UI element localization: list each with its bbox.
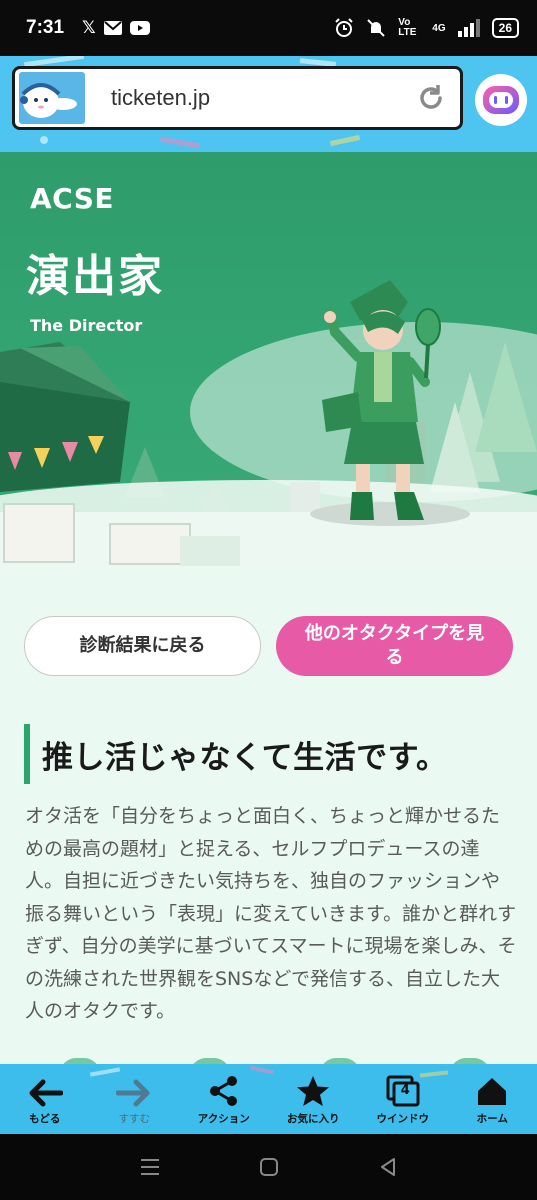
type-description: オタ活を「自分をちょっと面白く、ちょっと輝かせるための最高の題材」と捉える、セル… <box>25 805 517 1022</box>
type-name: 演出家 <box>26 251 164 302</box>
network-indicator: 4G <box>432 22 446 34</box>
back-to-result-button[interactable]: 診断結果に戻る <box>24 616 261 676</box>
youtube-icon <box>129 21 150 35</box>
mail-icon <box>103 21 122 35</box>
toolbar-action-button[interactable]: アクション <box>179 1064 269 1134</box>
x-app-icon: 𝕏 <box>82 18 96 38</box>
toolbar-window-label: ウインドウ <box>376 1113 430 1125</box>
section-heading-text: 推し活じゃなくて生活です。 <box>42 739 448 776</box>
toolbar-home-label: ホーム <box>476 1113 508 1125</box>
toolbar-back-button[interactable]: もどる <box>0 1064 90 1134</box>
toolbar-forward-label: すすむ <box>118 1113 151 1125</box>
alarm-icon <box>335 18 354 37</box>
url-bar[interactable]: ticketen.jp <box>12 66 463 130</box>
browser-header: ticketen.jp <box>0 56 537 152</box>
toolbar-action-label: アクション <box>197 1113 250 1125</box>
clock: 7:31 <box>26 17 65 38</box>
back-arrow-icon <box>29 1079 63 1107</box>
status-bar: 7:31 𝕏 Vo LTE 4G 26 <box>0 0 537 56</box>
other-types-button[interactable]: 他のオタクタイプを見る <box>276 616 513 676</box>
back-to-result-label: 診断結果に戻る <box>79 635 206 656</box>
toolbar-home-button[interactable]: ホーム <box>448 1064 537 1134</box>
forward-arrow-icon <box>116 1079 150 1107</box>
window-count: 4 <box>400 1083 410 1098</box>
mute-icon <box>367 19 386 37</box>
hero-banner: ACSE 演出家 The Director <box>0 152 537 568</box>
ai-assistant-button[interactable] <box>475 74 527 126</box>
star-icon <box>297 1076 330 1106</box>
battery-indicator: 26 <box>491 18 519 38</box>
toolbar-favorites-label: お気に入り <box>287 1113 340 1125</box>
back-nav-icon[interactable] <box>377 1156 399 1178</box>
system-navigation-bar <box>0 1134 537 1200</box>
toolbar-favorites-button[interactable]: お気に入り <box>269 1064 359 1134</box>
toolbar-back-label: もどる <box>29 1113 61 1125</box>
url-text[interactable]: ticketen.jp <box>111 85 210 111</box>
other-types-label: 他のオタクタイプを見る <box>304 623 485 668</box>
type-code: ACSE <box>30 182 115 215</box>
browser-mascot-icon[interactable] <box>19 72 85 124</box>
volte-indicator: Vo LTE <box>398 17 417 38</box>
section-heading: 推し活じゃなくて生活です。 <box>24 724 514 784</box>
type-name-en: The Director <box>30 316 143 335</box>
home-nav-icon[interactable] <box>258 1156 280 1178</box>
browser-toolbar: もどる すすむ アクション お気に入り 4 ウインドウ ホーム <box>0 1064 537 1134</box>
toolbar-window-button[interactable]: 4 ウインドウ <box>358 1064 448 1134</box>
signal-icon <box>457 19 480 37</box>
toolbar-forward-button[interactable]: すすむ <box>90 1064 180 1134</box>
share-icon <box>209 1076 237 1106</box>
main-content: 診断結果に戻る 他のオタクタイプを見る 推し活じゃなくて生活です。 オタ活を「自… <box>0 568 537 1074</box>
home-icon <box>478 1078 507 1105</box>
recent-apps-icon[interactable] <box>139 1157 161 1177</box>
reload-icon[interactable] <box>416 83 446 113</box>
ai-assistant-icon <box>483 86 519 114</box>
